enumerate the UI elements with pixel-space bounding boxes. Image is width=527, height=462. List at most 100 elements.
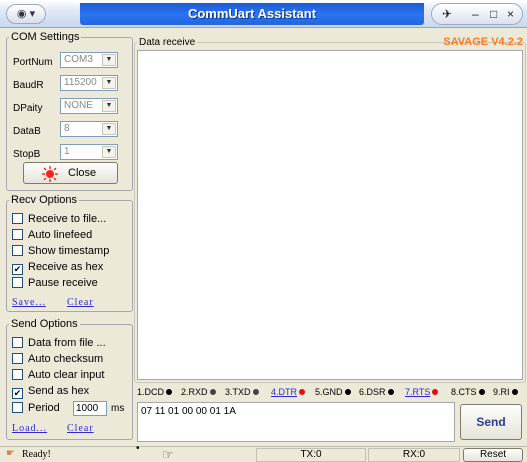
- auto-clear-input-label: Auto clear input: [28, 369, 105, 381]
- recv-options-legend: Recv Options: [11, 194, 78, 206]
- close-window-button[interactable]: ×: [507, 6, 514, 22]
- receive-as-hex-checkbox[interactable]: ✔ Receive as hex: [12, 261, 103, 275]
- tx-counter: TX:0: [256, 448, 366, 462]
- rxd-led-icon: [209, 389, 216, 395]
- minimize-button[interactable]: –: [472, 6, 479, 22]
- system-menu-button[interactable]: ◉ ▾: [6, 4, 46, 24]
- rts-led-icon: [432, 389, 439, 395]
- data-from-file-label: Data from file ...: [28, 337, 106, 349]
- data-from-file-checkbox[interactable]: Data from file ...: [12, 337, 106, 351]
- title-bar: ◉ ▾ CommUart Assistant ✈ – □ ×: [0, 0, 527, 28]
- dsr-led-icon: [387, 389, 394, 395]
- app-icon: ◉: [16, 8, 27, 20]
- receive-as-hex-label: Receive as hex: [28, 261, 104, 273]
- checkbox-box: [12, 337, 23, 348]
- reset-button[interactable]: Reset: [463, 448, 523, 462]
- chevron-down-icon: ▼: [102, 54, 116, 66]
- auto-clear-input-checkbox[interactable]: Auto clear input: [12, 369, 104, 383]
- pause-receive-checkbox[interactable]: Pause receive: [12, 277, 98, 291]
- pointer-hand-icon: ☞: [162, 447, 174, 462]
- auto-checksum-checkbox[interactable]: Auto checksum: [12, 353, 103, 367]
- chevron-down-icon: ▼: [102, 77, 116, 89]
- signal-cts: 8.CTS: [451, 387, 485, 397]
- checkbox-box: [12, 353, 23, 364]
- pin-icon[interactable]: ✈: [442, 6, 452, 22]
- txd-led-icon: [252, 389, 259, 395]
- checkbox-box: [12, 402, 23, 413]
- show-timestamp-checkbox[interactable]: Show timestamp: [12, 245, 109, 259]
- dpaity-value: NONE: [64, 100, 93, 111]
- baudr-value: 115200: [64, 77, 97, 88]
- status-text: Ready!: [22, 449, 51, 460]
- dcd-led-icon: [166, 389, 173, 395]
- data-receive-legend: Data receive: [139, 37, 196, 48]
- checkbox-box: [12, 369, 23, 380]
- stopb-value: 1: [64, 146, 70, 157]
- dpaity-label: DPaity: [13, 103, 43, 114]
- signal-txd-label: 3.TXD: [225, 387, 251, 397]
- maximize-button[interactable]: □: [490, 6, 497, 22]
- period-checkbox[interactable]: Period: [12, 402, 60, 416]
- datab-select[interactable]: 8 ▼: [60, 121, 118, 137]
- receive-to-file-checkbox[interactable]: Receive to file...: [12, 213, 106, 227]
- com-settings-legend: COM Settings: [11, 31, 80, 43]
- cts-led-icon: [478, 389, 485, 395]
- rx-counter: RX:0: [368, 448, 460, 462]
- dtr-led-icon: [299, 389, 306, 395]
- auto-checksum-label: Auto checksum: [28, 353, 104, 365]
- signal-dsr: 6.DSR: [359, 387, 394, 397]
- save-link[interactable]: Save...: [12, 297, 46, 308]
- dpaity-select[interactable]: NONE ▼: [60, 98, 118, 114]
- baudr-label: BaudR: [13, 80, 44, 91]
- gnd-led-icon: [344, 389, 351, 395]
- signal-cts-label: 8.CTS: [451, 387, 477, 397]
- signal-dtr-label: 4.DTR: [271, 387, 298, 397]
- stopb-select[interactable]: 1 ▼: [60, 144, 118, 160]
- ri-led-icon: [511, 389, 518, 395]
- receive-to-file-label: Receive to file...: [28, 213, 107, 225]
- portnum-label: PortNum: [13, 57, 53, 68]
- signal-rts-toggle[interactable]: 7.RTS: [405, 387, 439, 397]
- auto-linefeed-checkbox[interactable]: Auto linefeed: [12, 229, 92, 243]
- signal-rxd-label: 2.RXD: [181, 387, 208, 397]
- pause-receive-label: Pause receive: [28, 277, 98, 289]
- port-status-indicator-icon: [42, 166, 58, 182]
- chevron-down-icon: ▼: [102, 123, 116, 135]
- checkmark-icon: ✔: [12, 264, 23, 275]
- send-options-legend: Send Options: [11, 318, 78, 330]
- signal-indicators: 1.DCD 2.RXD 3.TXD 4.DTR 5.GND 6.DSR 7.RT…: [137, 384, 527, 400]
- signal-gnd: 5.GND: [315, 387, 351, 397]
- status-bar: ☛ Ready! • ☞ TX:0 RX:0 Reset: [0, 443, 527, 462]
- signal-dtr-toggle[interactable]: 4.DTR: [271, 387, 306, 397]
- send-button[interactable]: Send: [460, 404, 522, 440]
- signal-ri: 9.RI: [493, 387, 518, 397]
- signal-dcd: 1.DCD: [137, 387, 173, 397]
- status-icon: ☛: [6, 448, 15, 459]
- stopb-label: StopB: [13, 149, 41, 160]
- window-controls: ✈ – □ ×: [431, 3, 523, 25]
- window-title: CommUart Assistant: [187, 6, 317, 21]
- recv-clear-link[interactable]: Clear: [67, 297, 94, 308]
- show-timestamp-label: Show timestamp: [28, 245, 110, 257]
- portnum-select[interactable]: COM3 ▼: [60, 52, 118, 68]
- close-port-button[interactable]: Close: [23, 162, 118, 184]
- receive-textarea[interactable]: [137, 50, 523, 380]
- signal-dsr-label: 6.DSR: [359, 387, 386, 397]
- signal-rxd: 2.RXD: [181, 387, 216, 397]
- status-marker: •: [136, 443, 140, 454]
- status-cell: ☛ Ready!: [2, 448, 132, 462]
- period-label: Period: [28, 402, 60, 414]
- signal-txd: 3.TXD: [225, 387, 259, 397]
- auto-linefeed-label: Auto linefeed: [28, 229, 93, 241]
- send-as-hex-checkbox[interactable]: ✔ Send as hex: [12, 385, 89, 399]
- checkmark-icon: ✔: [12, 388, 23, 399]
- baudr-select[interactable]: 115200 ▼: [60, 75, 118, 91]
- chevron-down-icon: ▾: [29, 8, 36, 20]
- checkbox-box: [12, 229, 23, 240]
- version-label: SAVAGE V4.2.2: [443, 36, 523, 48]
- send-clear-link[interactable]: Clear: [67, 423, 94, 434]
- period-input[interactable]: 1000: [73, 401, 107, 416]
- send-textarea[interactable]: 07 11 01 00 00 01 1A: [137, 402, 455, 442]
- load-link[interactable]: Load...: [12, 423, 47, 434]
- datab-label: DataB: [13, 126, 41, 137]
